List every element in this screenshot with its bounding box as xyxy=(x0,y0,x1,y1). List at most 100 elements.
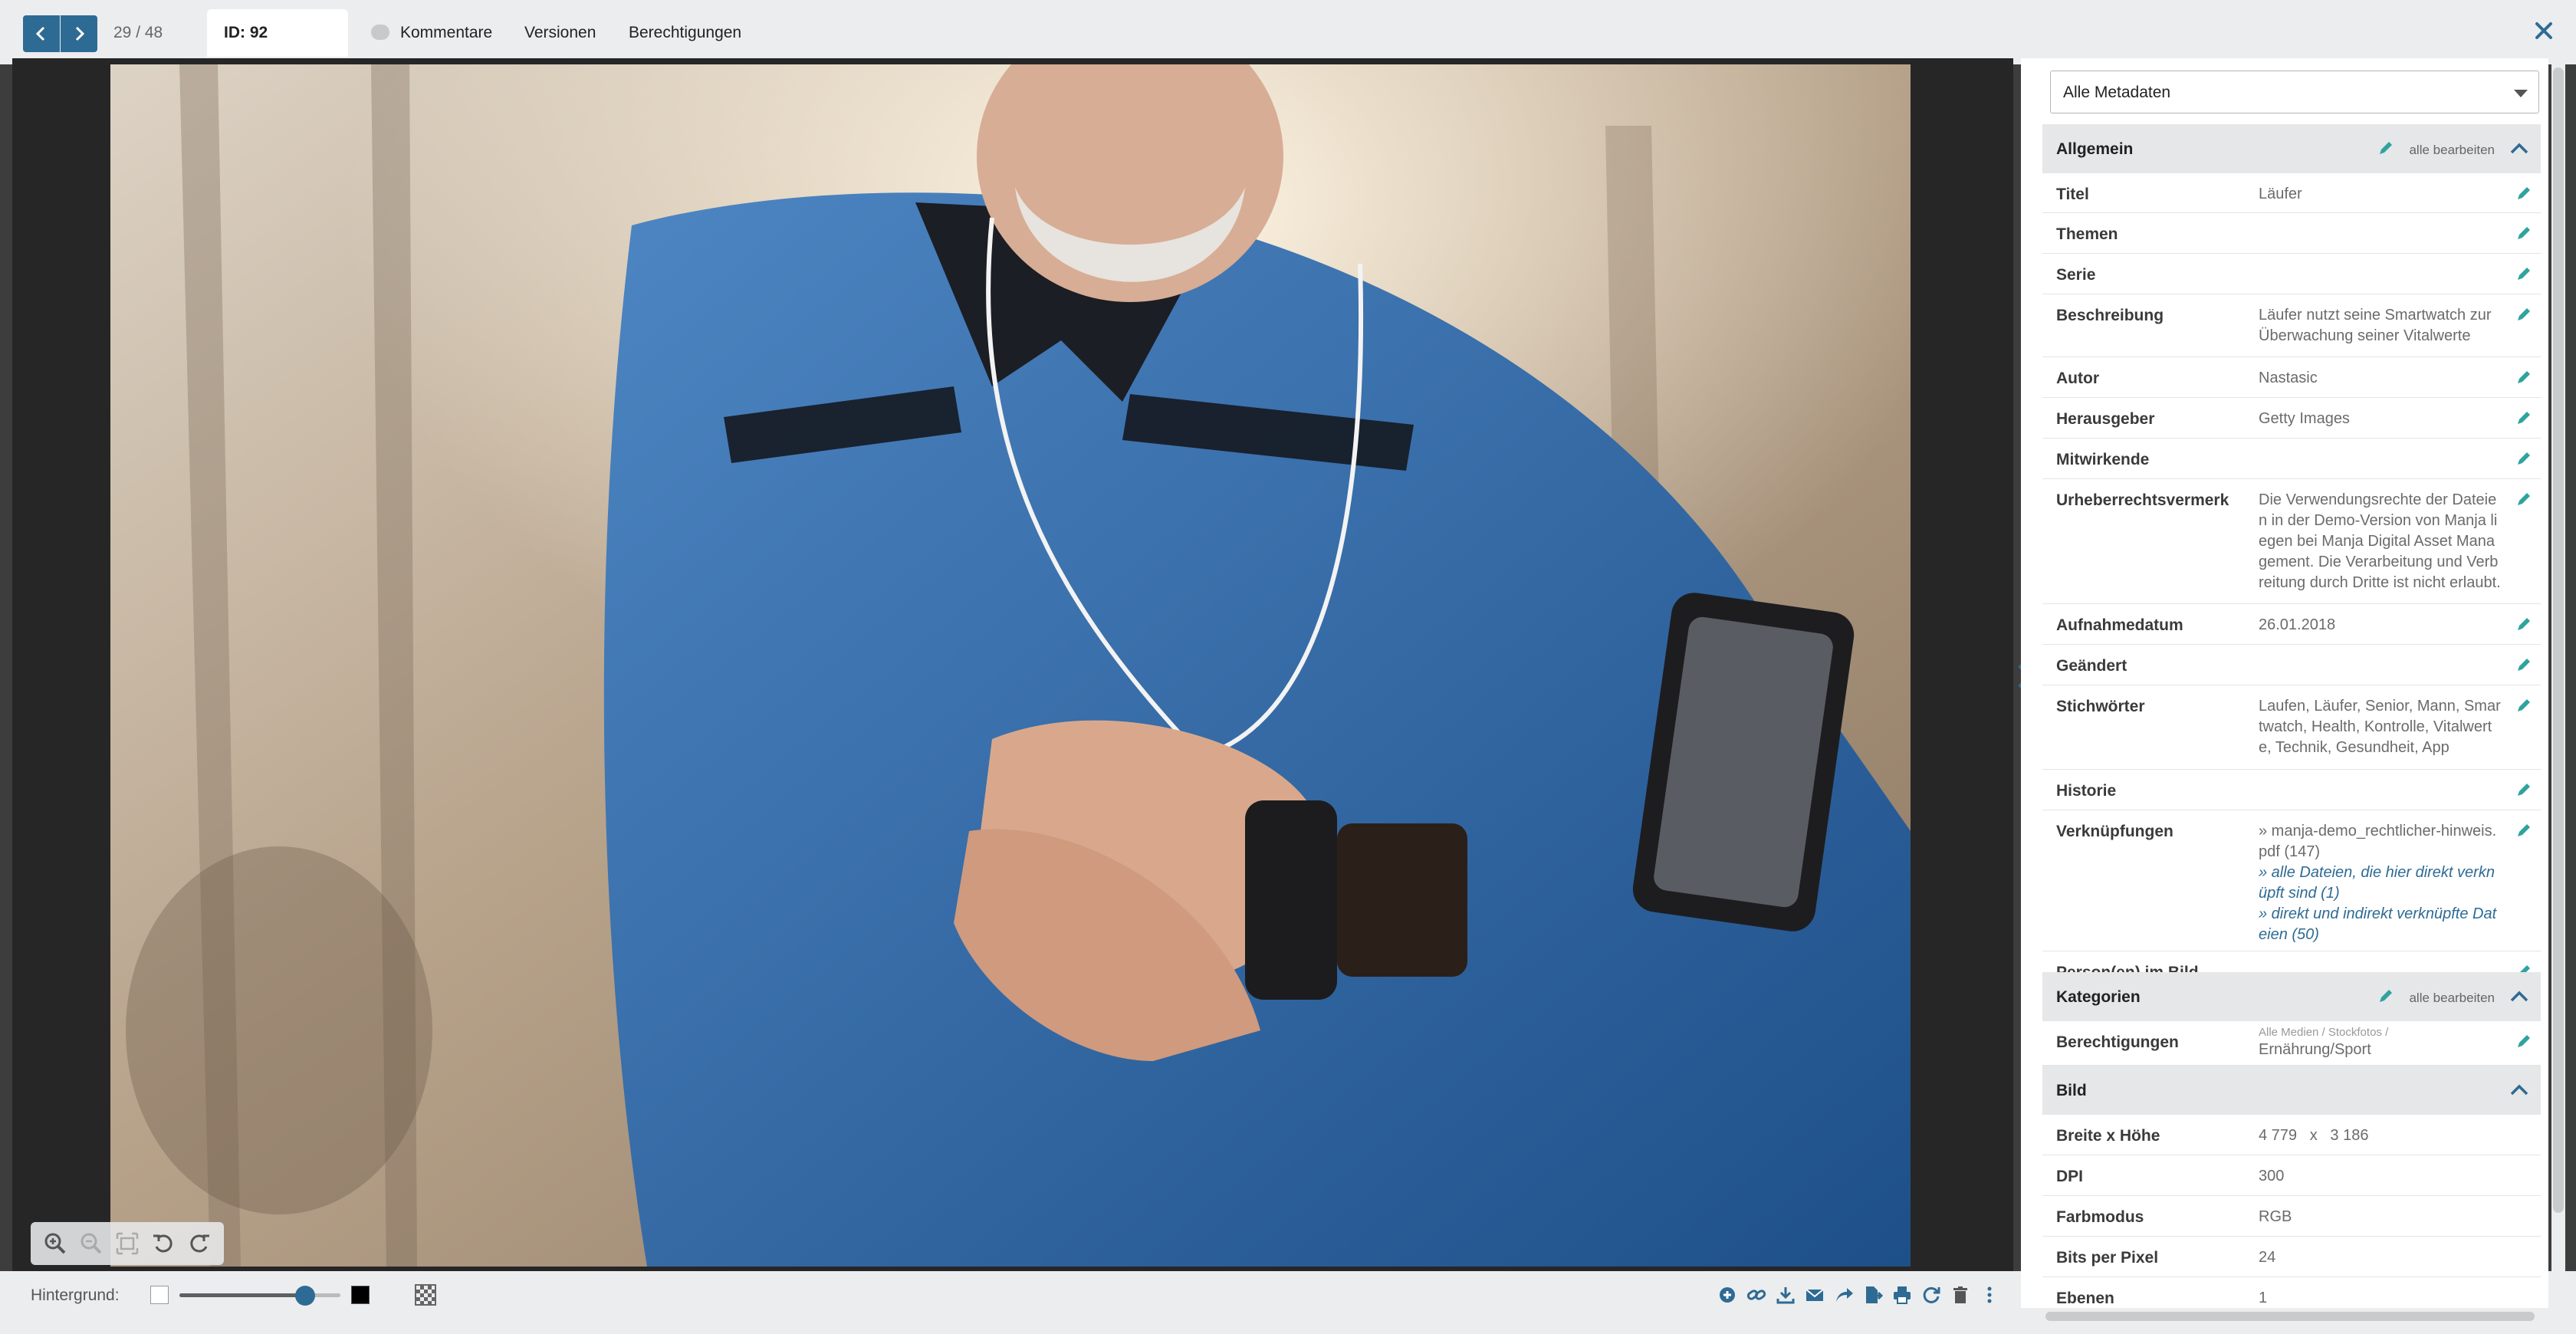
background-black-swatch[interactable] xyxy=(351,1286,370,1304)
pencil-icon[interactable] xyxy=(2515,1032,2533,1050)
meta-value: Läufer nutzt seine Smartwatch zur Überwa… xyxy=(2259,307,2492,344)
item-counter: 29 / 48 xyxy=(113,24,163,41)
share-arrow-icon xyxy=(1836,1288,1853,1302)
chevron-up-icon[interactable] xyxy=(2509,1079,2530,1101)
meta-value: 300 xyxy=(2259,1168,2285,1184)
meta-row-contributors: Mitwirkende xyxy=(2042,439,2541,479)
link-button[interactable] xyxy=(1743,1282,1769,1308)
fit-screen-button[interactable] xyxy=(114,1230,140,1257)
meta-label: Herausgeber xyxy=(2056,410,2155,428)
chevron-right-icon xyxy=(75,26,85,41)
rotate-left-button[interactable] xyxy=(150,1230,176,1257)
meta-value: 1 xyxy=(2259,1290,2268,1306)
refresh-icon xyxy=(1923,1286,1940,1303)
section-title: Bild xyxy=(2056,1082,2087,1099)
print-button[interactable] xyxy=(1889,1282,1915,1308)
pencil-icon[interactable] xyxy=(2515,264,2533,283)
indirect-links-link[interactable]: » direkt und indirekt verknüpfte Dateien… xyxy=(2259,904,2501,945)
section-general-header[interactable]: Allgemein alle bearbeiten xyxy=(2042,124,2541,173)
section-categories-header[interactable]: Kategorien alle bearbeiten xyxy=(2042,972,2541,1021)
pencil-icon[interactable] xyxy=(2377,987,2395,1005)
pencil-icon[interactable] xyxy=(2515,696,2533,715)
zoom-out-icon xyxy=(80,1233,102,1254)
section-title: Kategorien xyxy=(2056,988,2141,1006)
more-button[interactable] xyxy=(1976,1282,2003,1308)
meta-row-modified: Geändert xyxy=(2042,645,2541,685)
printer-icon xyxy=(1894,1286,1911,1304)
chevron-down-icon xyxy=(2514,90,2528,97)
pencil-icon[interactable] xyxy=(2515,224,2533,242)
envelope-icon xyxy=(1806,1289,1824,1301)
section-image-header[interactable]: Bild xyxy=(2042,1066,2541,1115)
meta-label: Themen xyxy=(2056,225,2118,243)
meta-row-layers: Ebenen 1 xyxy=(2042,1277,2541,1308)
pencil-icon[interactable] xyxy=(2515,368,2533,386)
meta-label: Historie xyxy=(2056,782,2117,800)
pencil-icon[interactable] xyxy=(2515,615,2533,633)
meta-value: 26.01.2018 xyxy=(2259,616,2336,633)
trash-icon xyxy=(1953,1286,1967,1303)
pencil-icon[interactable] xyxy=(2515,449,2533,468)
id-label: ID: 92 xyxy=(224,24,268,41)
rotate-left-icon xyxy=(153,1234,172,1253)
meta-row-publisher: Herausgeber Getty Images xyxy=(2042,398,2541,439)
tab-id[interactable]: ID: 92 xyxy=(207,9,348,57)
close-icon[interactable] xyxy=(2532,18,2556,43)
previous-button[interactable] xyxy=(23,15,60,52)
pencil-icon[interactable] xyxy=(2515,409,2533,427)
zoom-in-button[interactable] xyxy=(42,1230,68,1257)
chevron-up-icon[interactable] xyxy=(2509,138,2530,159)
pencil-icon[interactable] xyxy=(2515,821,2533,840)
background-white-swatch[interactable] xyxy=(150,1286,169,1304)
panel-scrollbar-thumb[interactable] xyxy=(2553,67,2564,1213)
meta-label: Stichwörter xyxy=(2056,698,2145,715)
metadata-filter-select[interactable]: Alle Metadaten xyxy=(2050,71,2539,113)
section-title: Allgemein xyxy=(2056,140,2134,158)
meta-label: Farbmodus xyxy=(2056,1208,2144,1226)
next-button[interactable] xyxy=(61,15,97,52)
download-button[interactable] xyxy=(1773,1282,1799,1308)
meta-value: Läufer xyxy=(2259,186,2302,202)
delete-button[interactable] xyxy=(1947,1282,1973,1308)
background-label: Hintergrund: xyxy=(31,1286,120,1304)
tab-permissions[interactable]: Berechtigungen xyxy=(629,24,741,42)
background-slider-handle[interactable] xyxy=(294,1286,315,1306)
edit-all-link[interactable]: alle bearbeiten xyxy=(2409,991,2495,1006)
pencil-icon[interactable] xyxy=(2515,184,2533,202)
meta-value: Alle Medien / Stockfotos / Ernährung/Spo… xyxy=(2259,1026,2501,1060)
pencil-icon[interactable] xyxy=(2377,139,2395,157)
pencil-icon[interactable] xyxy=(2515,656,2533,674)
email-button[interactable] xyxy=(1802,1282,1828,1308)
add-button[interactable] xyxy=(1714,1282,1740,1308)
top-bar: 29 / 48 ID: 92 Kommentare Versionen Bere… xyxy=(0,0,2576,64)
meta-value: Die Verwendungsrechte der Dateien in der… xyxy=(2259,491,2501,591)
edit-all-link[interactable]: alle bearbeiten xyxy=(2409,143,2495,158)
linked-file: » manja-demo_rechtlicher-hinweis.pdf (14… xyxy=(2259,823,2497,860)
pencil-icon[interactable] xyxy=(2515,780,2533,799)
meta-row-bits-per-pixel: Bits per Pixel 24 xyxy=(2042,1237,2541,1277)
meta-label: Verknüpfungen xyxy=(2056,823,2174,840)
action-toolbar xyxy=(1714,1282,2003,1308)
background-slider[interactable] xyxy=(179,1293,340,1297)
meta-label: Bits per Pixel xyxy=(2056,1249,2159,1267)
share-button[interactable] xyxy=(1831,1282,1857,1308)
tab-comments[interactable]: Kommentare xyxy=(400,24,492,42)
pencil-icon[interactable] xyxy=(2515,490,2533,508)
chevron-up-icon[interactable] xyxy=(2509,986,2530,1007)
panel-horizontal-scrollbar-thumb[interactable] xyxy=(2045,1312,2535,1321)
tab-versions[interactable]: Versionen xyxy=(524,24,596,42)
add-circle-icon xyxy=(1720,1287,1735,1303)
meta-value: Laufen, Läufer, Senior, Mann, Smartwatch… xyxy=(2259,698,2501,756)
zoom-toolbar xyxy=(31,1222,224,1265)
pencil-icon[interactable] xyxy=(2515,305,2533,324)
link-icon xyxy=(1746,1290,1766,1300)
background-transparent-swatch[interactable] xyxy=(415,1284,436,1306)
zoom-out-button[interactable] xyxy=(78,1230,104,1257)
refresh-button[interactable] xyxy=(1918,1282,1944,1308)
meta-value: 4 779 x 3 186 xyxy=(2259,1127,2369,1144)
image-viewer xyxy=(12,58,2013,1271)
export-button[interactable] xyxy=(1860,1282,1886,1308)
meta-label: Ebenen xyxy=(2056,1290,2114,1307)
direct-links-link[interactable]: » alle Dateien, die hier direkt verknüpf… xyxy=(2259,863,2501,904)
rotate-right-button[interactable] xyxy=(186,1230,212,1257)
